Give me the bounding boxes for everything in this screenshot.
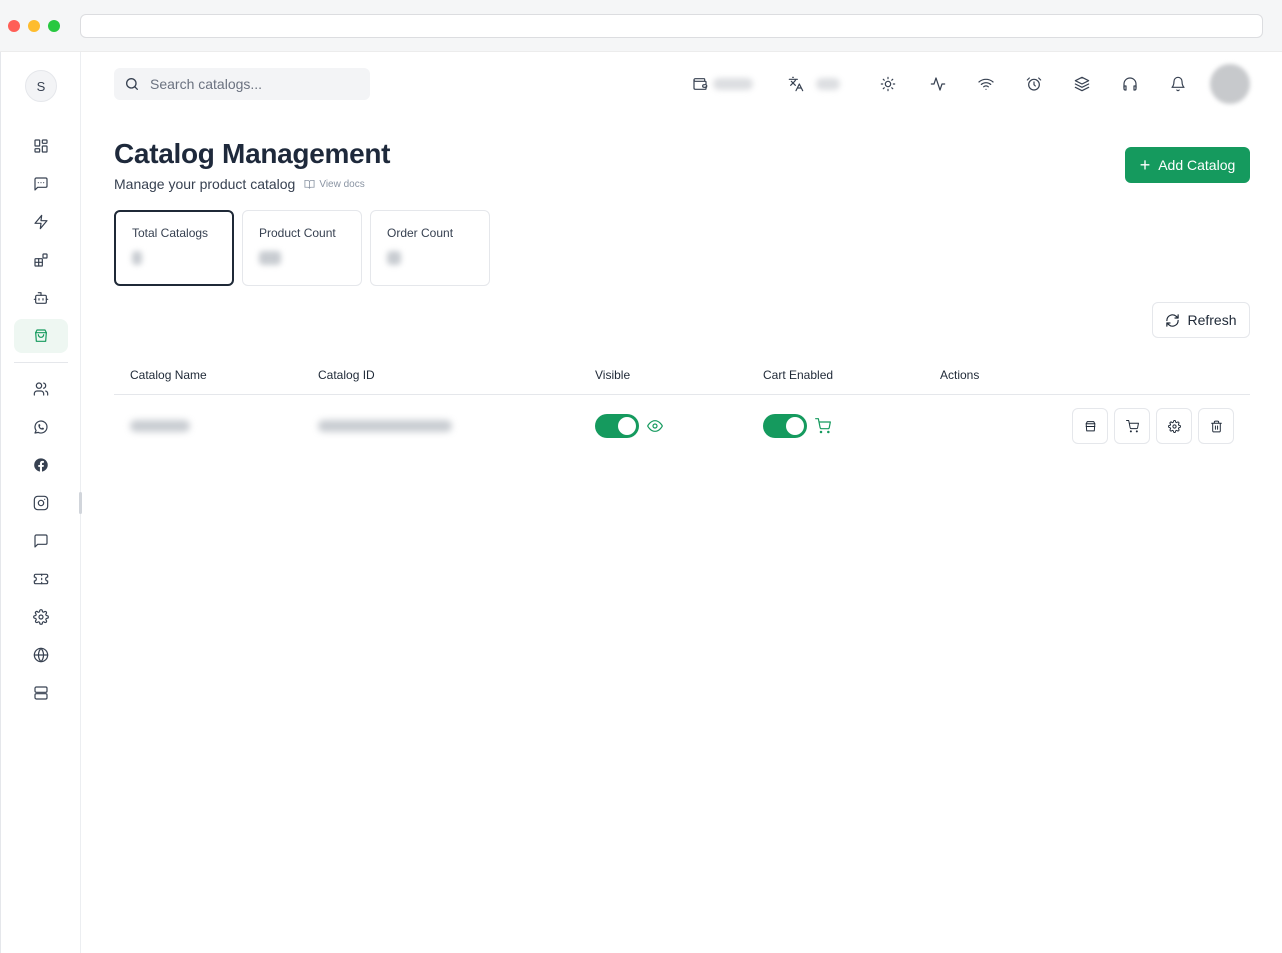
headphones-icon[interactable] (1118, 72, 1142, 96)
address-bar[interactable] (80, 14, 1263, 38)
wifi-icon[interactable] (974, 72, 998, 96)
stat-card-order-count[interactable]: Order Count (370, 210, 490, 286)
table-header: Catalog Name Catalog ID Visible Cart Ena… (114, 362, 1250, 395)
eye-icon (647, 418, 663, 434)
catalog-name-cell (130, 420, 190, 432)
message-circle-icon[interactable] (14, 524, 68, 558)
gear-icon[interactable] (14, 600, 68, 634)
search-icon (126, 78, 138, 90)
stat-value (259, 251, 281, 265)
shopping-cart-icon (815, 418, 831, 434)
page-subtitle: Manage your product catalog (114, 176, 296, 192)
add-catalog-label: Add Catalog (1158, 157, 1236, 173)
user-avatar[interactable] (1210, 64, 1250, 104)
column-header: Visible (595, 368, 631, 382)
refresh-label: Refresh (1187, 312, 1237, 328)
language-icon[interactable] (784, 72, 808, 96)
toggle-knob (786, 417, 804, 435)
sun-icon[interactable] (876, 72, 900, 96)
search-input[interactable] (148, 75, 358, 93)
browser-chrome (0, 0, 1282, 52)
blocks-icon[interactable] (14, 243, 68, 277)
minimize-window-button[interactable] (28, 20, 40, 32)
view-docs-label: View docs (319, 178, 365, 190)
stat-card-total-catalogs[interactable]: Total Catalogs (114, 210, 234, 286)
bot-icon[interactable] (14, 281, 68, 315)
stat-value (387, 251, 401, 265)
view-docs-link[interactable]: View docs (304, 178, 365, 190)
message-square-icon[interactable] (14, 167, 68, 201)
stat-label: Order Count (387, 226, 454, 240)
instagram-icon[interactable] (14, 486, 68, 520)
wallet-icon[interactable] (688, 72, 712, 96)
plus-icon: + (1139, 155, 1151, 175)
catalog-table: Catalog Name Catalog ID Visible Cart Ena… (114, 362, 1250, 457)
sidebar: S (1, 52, 82, 953)
column-header: Cart Enabled (763, 368, 834, 382)
page-title: Catalog Management (114, 138, 391, 169)
toggle-knob (618, 417, 636, 435)
gear-icon (1167, 419, 1181, 433)
shopping-bag-icon (1085, 420, 1095, 431)
language-label (816, 78, 840, 90)
cart-settings-button[interactable] (1114, 408, 1150, 444)
trash-icon (1210, 420, 1222, 432)
column-header: Actions (940, 368, 980, 382)
zap-icon[interactable] (14, 205, 68, 239)
stat-label: Total Catalogs (132, 226, 209, 240)
stat-value (132, 251, 142, 265)
stat-card-product-count[interactable]: Product Count (242, 210, 362, 286)
layers-icon[interactable] (1070, 72, 1094, 96)
add-catalog-button[interactable]: + Add Catalog (1125, 147, 1250, 183)
visible-toggle[interactable] (595, 414, 639, 438)
stat-label: Product Count (259, 226, 336, 240)
wallet-balance (713, 78, 753, 90)
activity-icon[interactable] (926, 72, 950, 96)
delete-catalog-button[interactable] (1198, 408, 1234, 444)
column-header: Catalog ID (318, 368, 375, 382)
search-bar[interactable] (114, 68, 370, 100)
catalog-id-cell (318, 420, 452, 432)
ticket-icon[interactable] (14, 562, 68, 596)
shopping-bag-icon[interactable] (14, 319, 68, 353)
catalog-settings-button[interactable] (1156, 408, 1192, 444)
sidebar-resize-handle[interactable] (79, 492, 82, 514)
cart-enabled-toggle[interactable] (763, 414, 807, 438)
app-window: S Search catalogs... Catalog Management … (0, 52, 1282, 953)
alarm-clock-icon[interactable] (1022, 72, 1046, 96)
globe-icon[interactable] (14, 638, 68, 672)
server-icon[interactable] (14, 676, 68, 710)
column-header: Catalog Name (130, 368, 207, 382)
refresh-icon (1166, 313, 1180, 327)
subtitle-row: Manage your product catalog View docs (114, 176, 365, 192)
maximize-window-button[interactable] (48, 20, 60, 32)
whatsapp-icon[interactable] (14, 410, 68, 444)
facebook-icon[interactable] (14, 448, 68, 482)
sidebar-divider (14, 362, 68, 363)
view-catalog-button[interactable] (1072, 408, 1108, 444)
shopping-cart-icon (1125, 419, 1139, 432)
grid-icon[interactable] (14, 129, 68, 163)
bell-icon[interactable] (1166, 72, 1190, 96)
table-row[interactable] (114, 395, 1250, 457)
workspace-avatar[interactable]: S (25, 70, 57, 102)
book-open-icon (304, 179, 315, 189)
users-icon[interactable] (14, 372, 68, 406)
refresh-button[interactable]: Refresh (1152, 302, 1250, 338)
close-window-button[interactable] (8, 20, 20, 32)
